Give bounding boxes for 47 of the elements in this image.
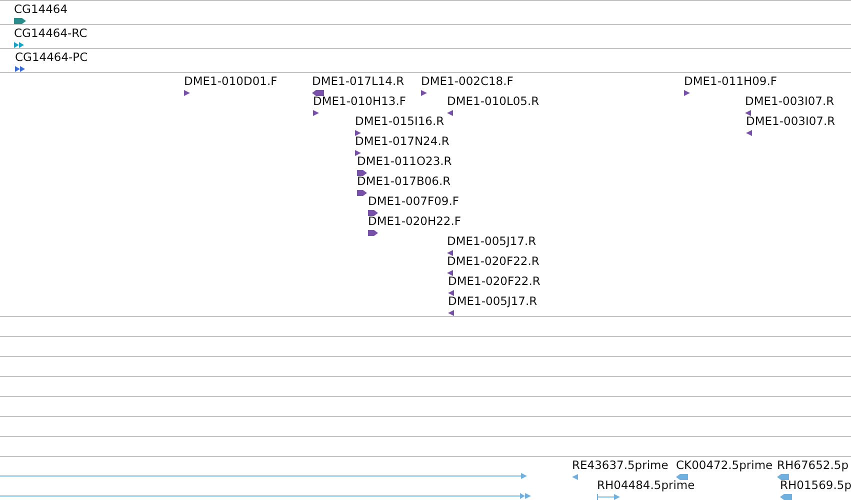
feature-label: DME1-003I07.R <box>746 114 836 128</box>
feature-label: DME1-011H09.F <box>684 74 778 88</box>
feature-glyph[interactable] <box>448 310 454 316</box>
feature-label: DME1-010H13.F <box>313 94 406 108</box>
feature-label: DME1-011O23.R <box>357 154 452 168</box>
feature-label: RH01569.5p <box>780 478 851 492</box>
feature-label: DME1-020H22.F <box>368 214 462 228</box>
feature-glyph[interactable] <box>684 90 690 96</box>
feature-label: DME1-015I16.R <box>355 114 444 128</box>
feature-label: DME1-020F22.R <box>448 274 540 288</box>
feature-glyph[interactable] <box>14 42 25 48</box>
feature-glyph[interactable] <box>368 230 378 236</box>
feature-glyph[interactable] <box>448 290 454 296</box>
feature-glyph[interactable] <box>745 110 751 116</box>
feature-glyph[interactable] <box>313 110 319 116</box>
feature-glyph[interactable] <box>357 190 367 196</box>
feature-glyph[interactable] <box>14 18 26 24</box>
feature-label: RH67652.5p <box>777 458 848 472</box>
feature-glyph[interactable] <box>312 90 324 96</box>
feature-label: CK00472.5prime <box>676 458 773 472</box>
feature-label: DME1-020F22.R <box>447 254 540 268</box>
feature-glyph[interactable] <box>368 210 378 216</box>
feature-glyph[interactable] <box>355 150 361 156</box>
feature-label: CG14464-RC <box>14 26 88 40</box>
feature-label: RE43637.5prime <box>572 458 668 472</box>
feature-label: DME1-007F09.F <box>368 194 459 208</box>
feature-glyph[interactable] <box>421 90 427 96</box>
feature-label: DME1-005J17.R <box>448 294 538 308</box>
feature-label: CG14464 <box>14 2 68 16</box>
feature-glyph[interactable] <box>184 90 190 96</box>
feature-label: DME1-010L05.R <box>447 94 540 108</box>
feature-label: CG14464-PC <box>15 50 88 64</box>
feature-glyph[interactable] <box>357 170 367 176</box>
feature-label: DME1-017L14.R <box>312 74 404 88</box>
feature-glyph[interactable] <box>447 270 453 276</box>
feature-label: DME1-005J17.R <box>447 234 536 248</box>
feature-glyph[interactable] <box>15 66 26 72</box>
feature-glyph[interactable] <box>746 130 752 136</box>
feature-label: DME1-003I07.R <box>745 94 834 108</box>
feature-label: DME1-017N24.R <box>355 134 450 148</box>
feature-label: RH04484.5prime <box>597 478 695 492</box>
feature-label: DME1-002C18.F <box>421 74 514 88</box>
feature-label: DME1-010D01.F <box>184 74 278 88</box>
feature-label: DME1-017B06.R <box>357 174 451 188</box>
feature-glyph[interactable] <box>447 110 453 116</box>
feature-glyph[interactable] <box>355 130 361 136</box>
feature-glyph[interactable] <box>447 250 453 256</box>
